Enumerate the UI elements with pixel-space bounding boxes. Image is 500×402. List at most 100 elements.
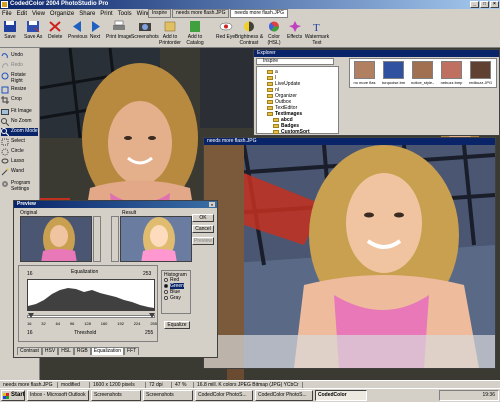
zoom-mode-tool[interactable]: Zoom Mode: [1, 128, 38, 136]
task-codedcolor-1[interactable]: CodedColor PhotoS...: [195, 390, 253, 401]
task-codedcolor-active[interactable]: CodedColor: [315, 390, 367, 401]
effects-button[interactable]: Effects: [287, 20, 302, 40]
folder-icon: [267, 70, 273, 74]
fit-image-tool[interactable]: Fit Image: [1, 108, 32, 116]
menu-print[interactable]: Print: [100, 11, 112, 17]
minimize-button[interactable]: _: [470, 1, 479, 8]
print-image-button[interactable]: Print Image: [106, 20, 132, 40]
camera-icon: [138, 23, 151, 31]
edited-photo[interactable]: [204, 144, 495, 368]
next-button[interactable]: Next: [88, 20, 102, 40]
no-zoom-tool[interactable]: No Zoom: [1, 118, 32, 126]
tree-item[interactable]: CustomSort: [273, 129, 310, 135]
redo-label: Redo: [11, 62, 23, 68]
printer-icon: [112, 20, 125, 30]
doc-tab-image-2[interactable]: needs more flash.JPG: [230, 9, 288, 18]
select-label: Select: [11, 138, 25, 144]
close-button[interactable]: ×: [490, 1, 499, 8]
histogram-channel-group: Histogram Red Green Blue Gray: [161, 270, 191, 314]
redo-tool[interactable]: Redo: [1, 62, 23, 70]
threshold-slider-handle-left[interactable]: [28, 313, 34, 318]
save-button[interactable]: Save: [3, 20, 17, 40]
add-to-printorder-label: Add to Printorder: [159, 34, 181, 46]
watermark-text-button[interactable]: T Watermark Text: [304, 20, 330, 46]
task-codedcolor-2[interactable]: CodedColor PhotoS...: [255, 390, 313, 401]
tab-hsl[interactable]: HSL: [58, 347, 74, 355]
menu-organize[interactable]: Organize: [50, 11, 74, 17]
image-window-title: needs more flash.JPG: [204, 138, 495, 145]
thumbnail[interactable]: no more flas: [353, 61, 376, 87]
task-outlook[interactable]: Inbox - Microsoft Outlook: [27, 390, 89, 401]
previous-button[interactable]: Previous: [68, 20, 87, 40]
thumbnail-image: [441, 61, 462, 79]
thumbnail-image: [383, 61, 404, 79]
adjustment-tabs: Contrast HSV HSL RGB Equalization FFT: [17, 347, 140, 355]
thumbnail[interactable]: notice_style.JPG: [411, 61, 434, 87]
taskbar: Start Inbox - Microsoft Outlook Screensh…: [0, 388, 500, 402]
crop-tool[interactable]: Crop: [1, 96, 22, 104]
fit-image-icon: [1, 109, 9, 115]
menu-view[interactable]: View: [32, 11, 45, 17]
equalize-button[interactable]: Equalize: [164, 321, 190, 329]
threshold-ticks: 16 32 64 96 128 160 192 224 255: [27, 321, 157, 326]
preview-button[interactable]: Preview: [192, 237, 214, 245]
red-eye-button[interactable]: Red Eye: [216, 20, 235, 40]
zoom-mode-label: Zoom Mode: [11, 128, 38, 134]
circle-tool[interactable]: Circle: [1, 148, 24, 156]
maximize-button[interactable]: □: [480, 1, 489, 8]
channel-gray-radio[interactable]: Gray: [164, 295, 190, 301]
add-to-printorder-button[interactable]: Add to Printorder: [157, 20, 183, 46]
tab-fft[interactable]: FFT: [124, 347, 140, 355]
select-tool[interactable]: Select: [1, 138, 25, 146]
add-to-catalog-button[interactable]: Add to Catalog: [183, 20, 207, 46]
thumbnail[interactable]: turquoise.bmp: [382, 61, 405, 87]
folder-icon: [267, 82, 273, 86]
task-screenshots-2[interactable]: Screenshots: [143, 390, 193, 401]
folder-icon: [267, 112, 273, 116]
resize-tool[interactable]: Resize: [1, 86, 26, 94]
tick-label: 192: [117, 321, 124, 326]
menu-tools[interactable]: Tools: [118, 11, 132, 17]
result-preview: [120, 216, 192, 262]
tab-contrast[interactable]: Contrast: [17, 347, 42, 355]
delete-button[interactable]: Delete: [48, 20, 62, 40]
tab-hsv[interactable]: HSV: [41, 347, 59, 355]
tick-label: 255: [150, 321, 157, 326]
thumbnail-label: turquoise.bmp: [382, 80, 405, 85]
doc-tab-image-1[interactable]: needs more flash.JPG: [172, 9, 230, 18]
ok-button[interactable]: OK: [192, 214, 214, 222]
thumbnail-label: redbuzz.JPG: [469, 80, 492, 85]
folder-icon: [273, 130, 279, 134]
undo-tool[interactable]: Undo: [1, 52, 23, 60]
thumbnail[interactable]: nebuzz.bmp: [440, 61, 463, 87]
explorer-path[interactable]: Inspire: [256, 58, 334, 65]
rotate-right-tool[interactable]: Rotate Right: [1, 72, 31, 84]
doc-tab-inspire[interactable]: Inspire: [148, 9, 172, 18]
wand-tool[interactable]: Wand: [1, 168, 24, 176]
cancel-button[interactable]: Cancel: [192, 225, 214, 233]
thumbnail[interactable]: redbuzz.JPG: [469, 61, 492, 87]
lasso-tool[interactable]: Lasso: [1, 158, 24, 166]
tab-equalization[interactable]: Equalization: [90, 347, 125, 355]
magnifier-icon: [1, 118, 9, 126]
menu-share[interactable]: Share: [79, 11, 95, 17]
tab-rgb[interactable]: RGB: [73, 347, 91, 355]
lasso-icon: [1, 158, 9, 164]
task-screenshots-1[interactable]: Screenshots: [91, 390, 141, 401]
crop-icon: [1, 96, 9, 104]
menu-edit[interactable]: Edit: [17, 11, 27, 17]
start-button[interactable]: Start: [1, 390, 25, 401]
color-hsl-button[interactable]: Color (HSL): [263, 20, 285, 46]
dialog-close-icon[interactable]: ×: [209, 202, 215, 207]
rotate-icon: [1, 72, 9, 80]
menu-file[interactable]: File: [2, 11, 12, 17]
threshold-slider-handle-right[interactable]: [149, 313, 155, 318]
save-as-button[interactable]: Save As: [24, 20, 42, 40]
brightness-contrast-button[interactable]: Brightness & Contrast: [234, 20, 264, 46]
thumbnail-label: nebuzz.bmp: [440, 80, 463, 85]
screenshots-button[interactable]: Screenshots: [131, 20, 159, 40]
preview-title: Preview ×: [14, 201, 217, 208]
program-settings-tool[interactable]: Program Settings: [1, 180, 33, 192]
threshold-slider-track[interactable]: [27, 315, 155, 318]
wand-label: Wand: [11, 168, 24, 174]
